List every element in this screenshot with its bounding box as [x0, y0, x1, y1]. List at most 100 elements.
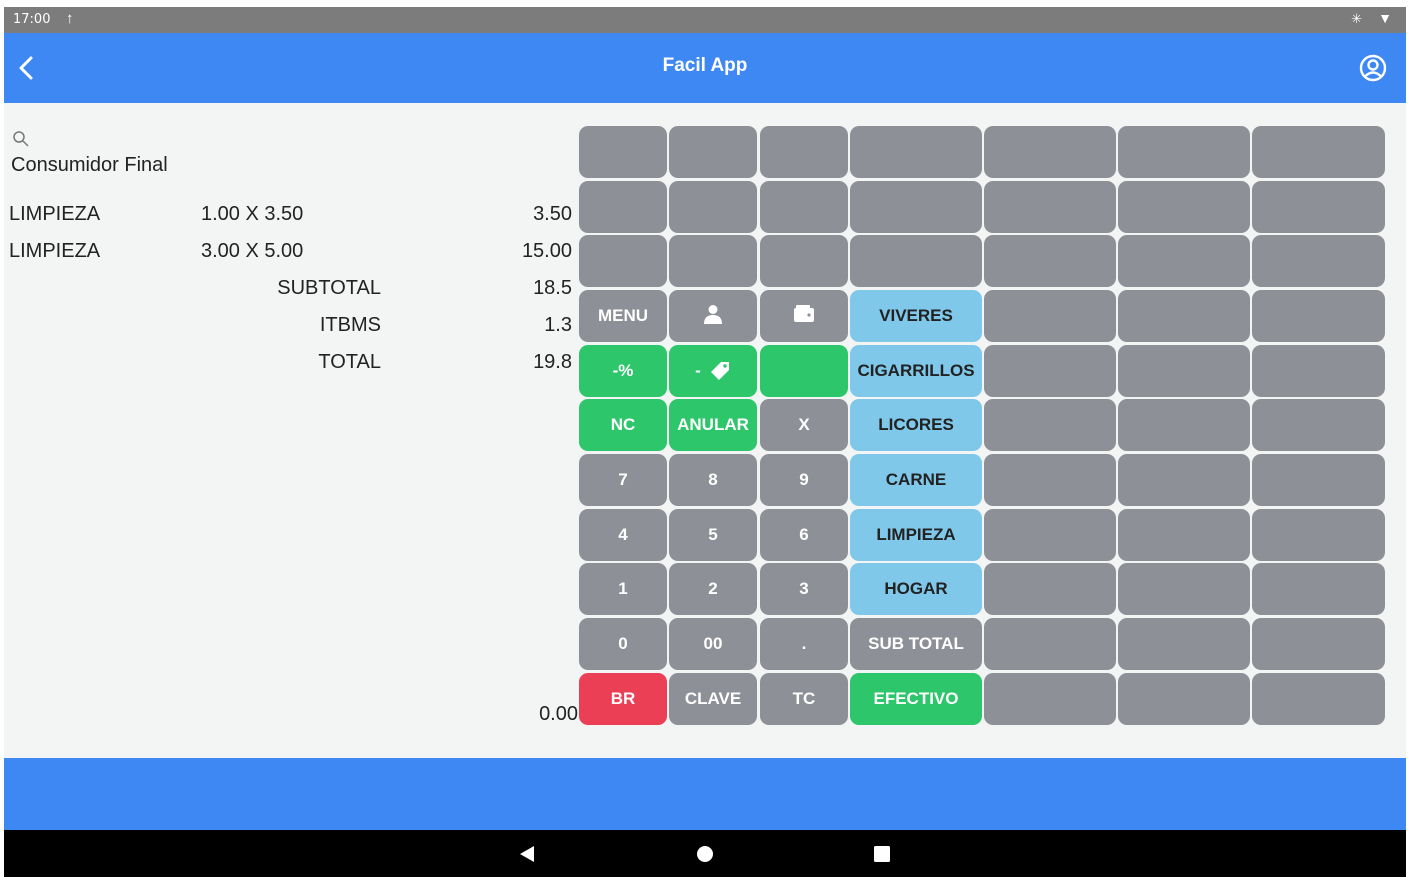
clave-button[interactable]: CLAVE [669, 673, 757, 725]
digit-label: 9 [799, 470, 809, 489]
blank-key[interactable] [1252, 509, 1385, 561]
customer-name[interactable]: Consumidor Final [11, 154, 168, 177]
subtotal-button[interactable]: SUB TOTAL [850, 618, 982, 670]
subtotal-label: SUBTOTAL [277, 277, 381, 299]
digit-label: 4 [618, 525, 628, 544]
wifi-icon: ▼ [1378, 10, 1392, 26]
digit-00-button[interactable]: 00 [669, 618, 757, 670]
blank-key[interactable] [1118, 399, 1250, 451]
menu-label: MENU [597, 306, 649, 325]
blank-key[interactable] [1118, 509, 1250, 561]
blank-key[interactable] [984, 235, 1116, 287]
blank-key[interactable] [1252, 345, 1385, 397]
digit-8-button[interactable]: 8 [669, 454, 757, 506]
blank-key[interactable] [984, 181, 1116, 233]
blank-key[interactable] [984, 399, 1116, 451]
card-payment-button[interactable]: TC [760, 673, 848, 725]
category-limpieza[interactable]: LIMPIEZA [850, 509, 982, 561]
digit-5-button[interactable]: 5 [669, 509, 757, 561]
blank-key[interactable] [850, 235, 982, 287]
blank-key[interactable] [669, 235, 757, 287]
blank-green-key[interactable] [760, 345, 848, 397]
blank-key[interactable] [1118, 181, 1250, 233]
customer-button[interactable] [669, 290, 757, 342]
percent-discount-button[interactable]: -% [579, 345, 667, 397]
nav-recents-icon[interactable] [873, 845, 891, 868]
blank-key[interactable] [984, 454, 1116, 506]
wallet-button[interactable] [760, 290, 848, 342]
digit-1-button[interactable]: 1 [579, 563, 667, 615]
credit-note-button[interactable]: NC [579, 399, 667, 451]
decimal-point-button[interactable]: . [760, 618, 848, 670]
clave-label: CLAVE [684, 689, 742, 708]
blank-key[interactable] [984, 673, 1116, 725]
blank-key[interactable] [850, 126, 982, 178]
blank-key[interactable] [1252, 235, 1385, 287]
category-viveres[interactable]: VIVERES [850, 290, 982, 342]
blank-key[interactable] [850, 181, 982, 233]
blank-key[interactable] [1118, 345, 1250, 397]
blank-key[interactable] [1252, 126, 1385, 178]
blank-key[interactable] [760, 126, 848, 178]
category-cigarrillos[interactable]: CIGARRILLOS [850, 345, 982, 397]
blank-key[interactable] [579, 181, 667, 233]
page-title: Facil App [662, 55, 748, 76]
amount-discount-button[interactable]: - [669, 345, 757, 397]
digit-3-button[interactable]: 3 [760, 563, 848, 615]
blank-key[interactable] [1252, 454, 1385, 506]
clear-button[interactable]: BR [579, 673, 667, 725]
blank-key[interactable] [1252, 618, 1385, 670]
blank-key[interactable] [1118, 126, 1250, 178]
blank-key[interactable] [669, 181, 757, 233]
blank-key[interactable] [760, 181, 848, 233]
blank-key[interactable] [579, 235, 667, 287]
blank-key[interactable] [1252, 181, 1385, 233]
blank-key[interactable] [1252, 399, 1385, 451]
tax-label: ITBMS [319, 314, 381, 336]
digit-6-button[interactable]: 6 [760, 509, 848, 561]
digit-label: 2 [708, 579, 718, 598]
blank-key[interactable] [984, 126, 1116, 178]
category-carne[interactable]: CARNE [850, 454, 982, 506]
receipt-line: LIMPIEZA 1.00 X 3.50 3.50 [4, 203, 579, 229]
blank-key[interactable] [669, 126, 757, 178]
nav-back-icon[interactable] [518, 845, 536, 868]
tag-icon [709, 360, 731, 382]
category-hogar[interactable]: HOGAR [850, 563, 982, 615]
blank-key[interactable] [1118, 618, 1250, 670]
blank-key[interactable] [1118, 454, 1250, 506]
search-icon[interactable] [11, 129, 31, 149]
multiply-button[interactable]: X [760, 399, 848, 451]
blank-key[interactable] [1252, 290, 1385, 342]
tc-label: TC [792, 689, 816, 708]
tax-value: 1.3 [544, 314, 572, 336]
app-bar: Facil App [4, 33, 1406, 103]
blank-key[interactable] [1118, 235, 1250, 287]
blank-key[interactable] [579, 126, 667, 178]
cash-payment-button[interactable]: EFECTIVO [850, 673, 982, 725]
blank-key[interactable] [984, 509, 1116, 561]
br-label: BR [610, 689, 636, 708]
blank-key[interactable] [1252, 673, 1385, 725]
digit-9-button[interactable]: 9 [760, 454, 848, 506]
blank-key[interactable] [1252, 563, 1385, 615]
nav-home-icon[interactable] [696, 845, 714, 868]
blank-key[interactable] [984, 618, 1116, 670]
digit-7-button[interactable]: 7 [579, 454, 667, 506]
line-item-name: LIMPIEZA [9, 240, 101, 262]
blank-key[interactable] [984, 563, 1116, 615]
menu-button[interactable]: MENU [579, 290, 667, 342]
blank-key[interactable] [1118, 563, 1250, 615]
blank-key[interactable] [1118, 673, 1250, 725]
account-circle-icon[interactable] [1358, 53, 1388, 83]
blank-key[interactable] [984, 290, 1116, 342]
blank-key[interactable] [984, 345, 1116, 397]
blank-key[interactable] [760, 235, 848, 287]
blank-key[interactable] [1118, 290, 1250, 342]
category-label: HOGAR [884, 579, 948, 598]
digit-2-button[interactable]: 2 [669, 563, 757, 615]
digit-4-button[interactable]: 4 [579, 509, 667, 561]
void-button[interactable]: ANULAR [669, 399, 757, 451]
category-licores[interactable]: LICORES [850, 399, 982, 451]
digit-0-button[interactable]: 0 [579, 618, 667, 670]
